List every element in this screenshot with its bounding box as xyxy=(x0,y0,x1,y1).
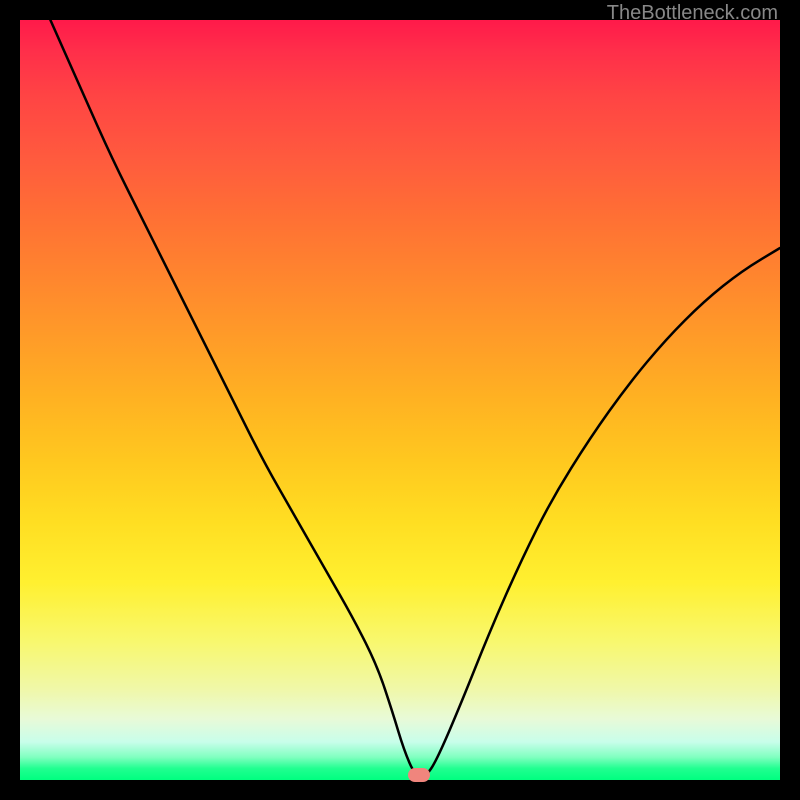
chart-container: TheBottleneck.com xyxy=(0,0,800,800)
plot-area xyxy=(20,20,780,780)
watermark-text: TheBottleneck.com xyxy=(607,2,778,25)
bottleneck-curve xyxy=(50,20,780,776)
minimum-marker xyxy=(408,768,430,782)
curve-svg xyxy=(20,20,780,780)
